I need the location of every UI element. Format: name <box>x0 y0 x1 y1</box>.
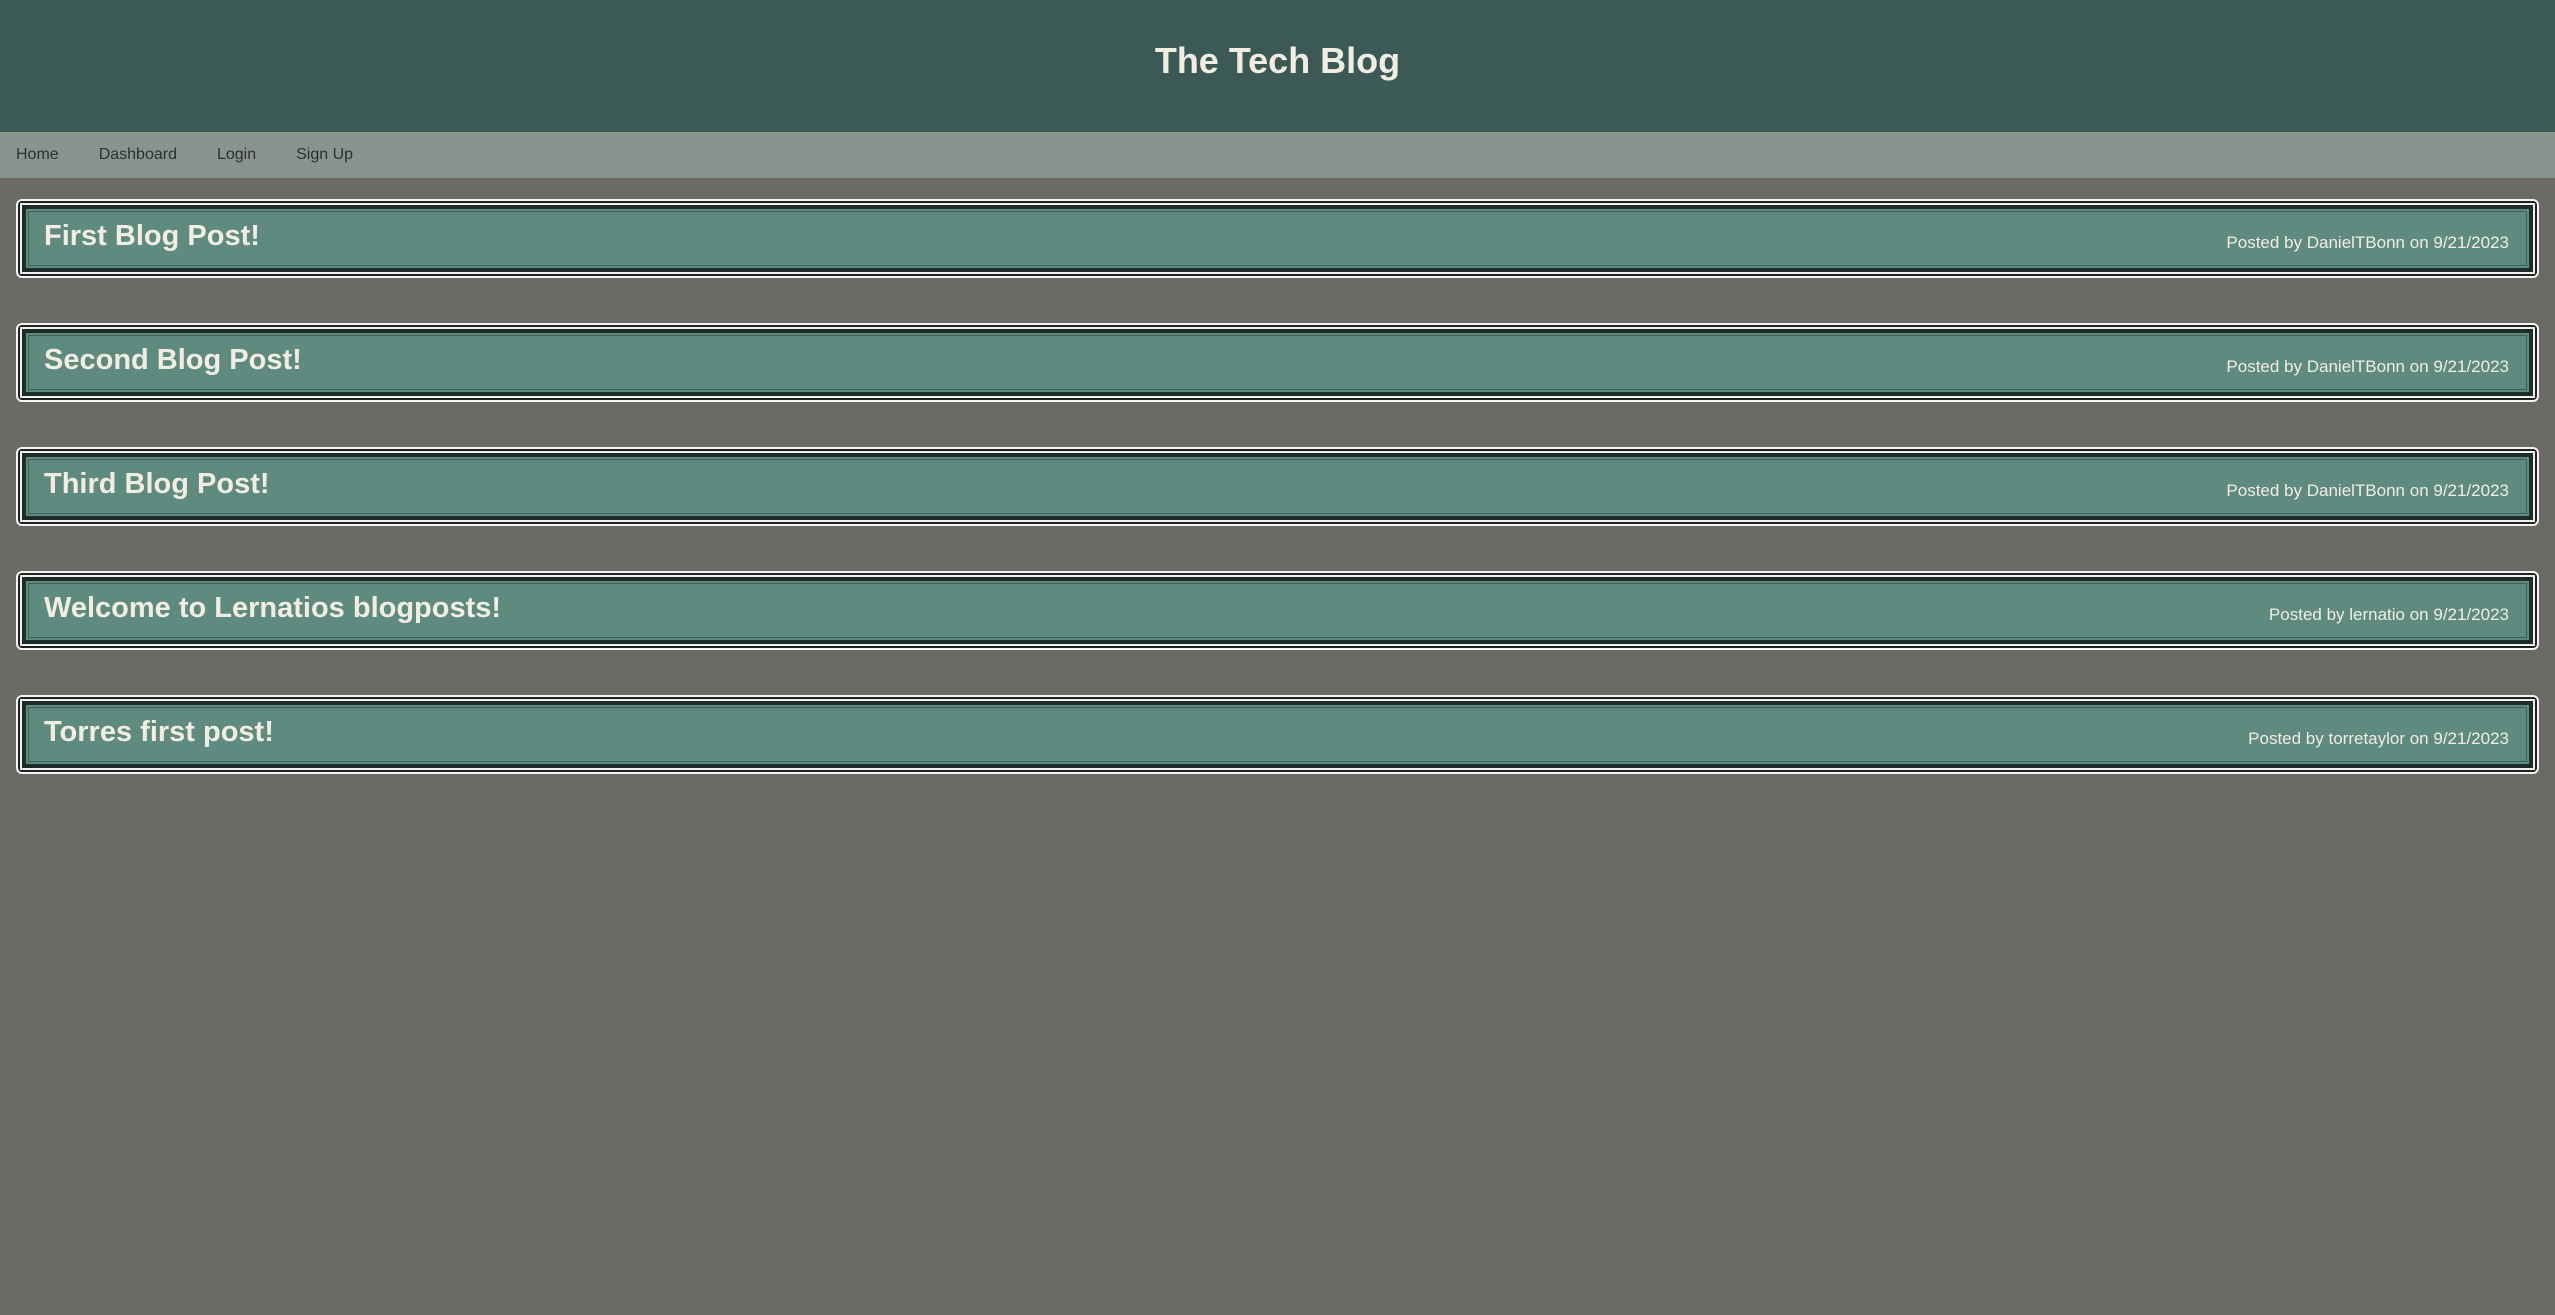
post-meta: Posted by lernatio on 9/21/2023 <box>2268 604 2509 624</box>
post-list: First Blog Post! Posted by DanielTBonn o… <box>0 178 2555 774</box>
post-card-frame: Third Blog Post! Posted by DanielTBonn o… <box>20 451 2535 522</box>
post-title[interactable]: Welcome to Lernatios blogposts! <box>44 592 501 625</box>
post-card-header: Third Blog Post! Posted by DanielTBonn o… <box>24 455 2531 518</box>
post-card-frame: Welcome to Lernatios blogposts! Posted b… <box>20 575 2535 646</box>
post-card-frame: Torres first post! Posted by torretaylor… <box>20 699 2535 770</box>
post-card[interactable]: First Blog Post! Posted by DanielTBonn o… <box>16 199 2539 278</box>
post-card[interactable]: Welcome to Lernatios blogposts! Posted b… <box>16 571 2539 650</box>
post-title[interactable]: Torres first post! <box>44 716 274 749</box>
post-card[interactable]: Second Blog Post! Posted by DanielTBonn … <box>16 323 2539 402</box>
nav-signup-link[interactable]: Sign Up <box>296 146 353 164</box>
post-card-header: Welcome to Lernatios blogposts! Posted b… <box>24 579 2531 642</box>
post-title[interactable]: Second Blog Post! <box>44 344 302 377</box>
post-card[interactable]: Torres first post! Posted by torretaylor… <box>16 695 2539 774</box>
post-card-header: Second Blog Post! Posted by DanielTBonn … <box>24 331 2531 394</box>
nav-home-link[interactable]: Home <box>16 146 59 164</box>
post-meta: Posted by DanielTBonn on 9/21/2023 <box>2226 480 2509 500</box>
nav-login-link[interactable]: Login <box>217 146 256 164</box>
post-card-header: First Blog Post! Posted by DanielTBonn o… <box>24 207 2531 270</box>
post-meta: Posted by torretaylor on 9/21/2023 <box>2248 728 2509 748</box>
post-title[interactable]: Third Blog Post! <box>44 468 270 501</box>
site-header: The Tech Blog <box>0 0 2555 132</box>
post-card-header: Torres first post! Posted by torretaylor… <box>24 703 2531 766</box>
nav-dashboard-link[interactable]: Dashboard <box>99 146 177 164</box>
post-card[interactable]: Third Blog Post! Posted by DanielTBonn o… <box>16 447 2539 526</box>
post-card-frame: First Blog Post! Posted by DanielTBonn o… <box>20 203 2535 274</box>
post-meta: Posted by DanielTBonn on 9/21/2023 <box>2226 232 2509 252</box>
post-card-frame: Second Blog Post! Posted by DanielTBonn … <box>20 327 2535 398</box>
post-title[interactable]: First Blog Post! <box>44 220 260 253</box>
post-meta: Posted by DanielTBonn on 9/21/2023 <box>2226 356 2509 376</box>
main-nav: Home Dashboard Login Sign Up <box>0 132 2555 178</box>
site-title: The Tech Blog <box>1154 40 1401 81</box>
